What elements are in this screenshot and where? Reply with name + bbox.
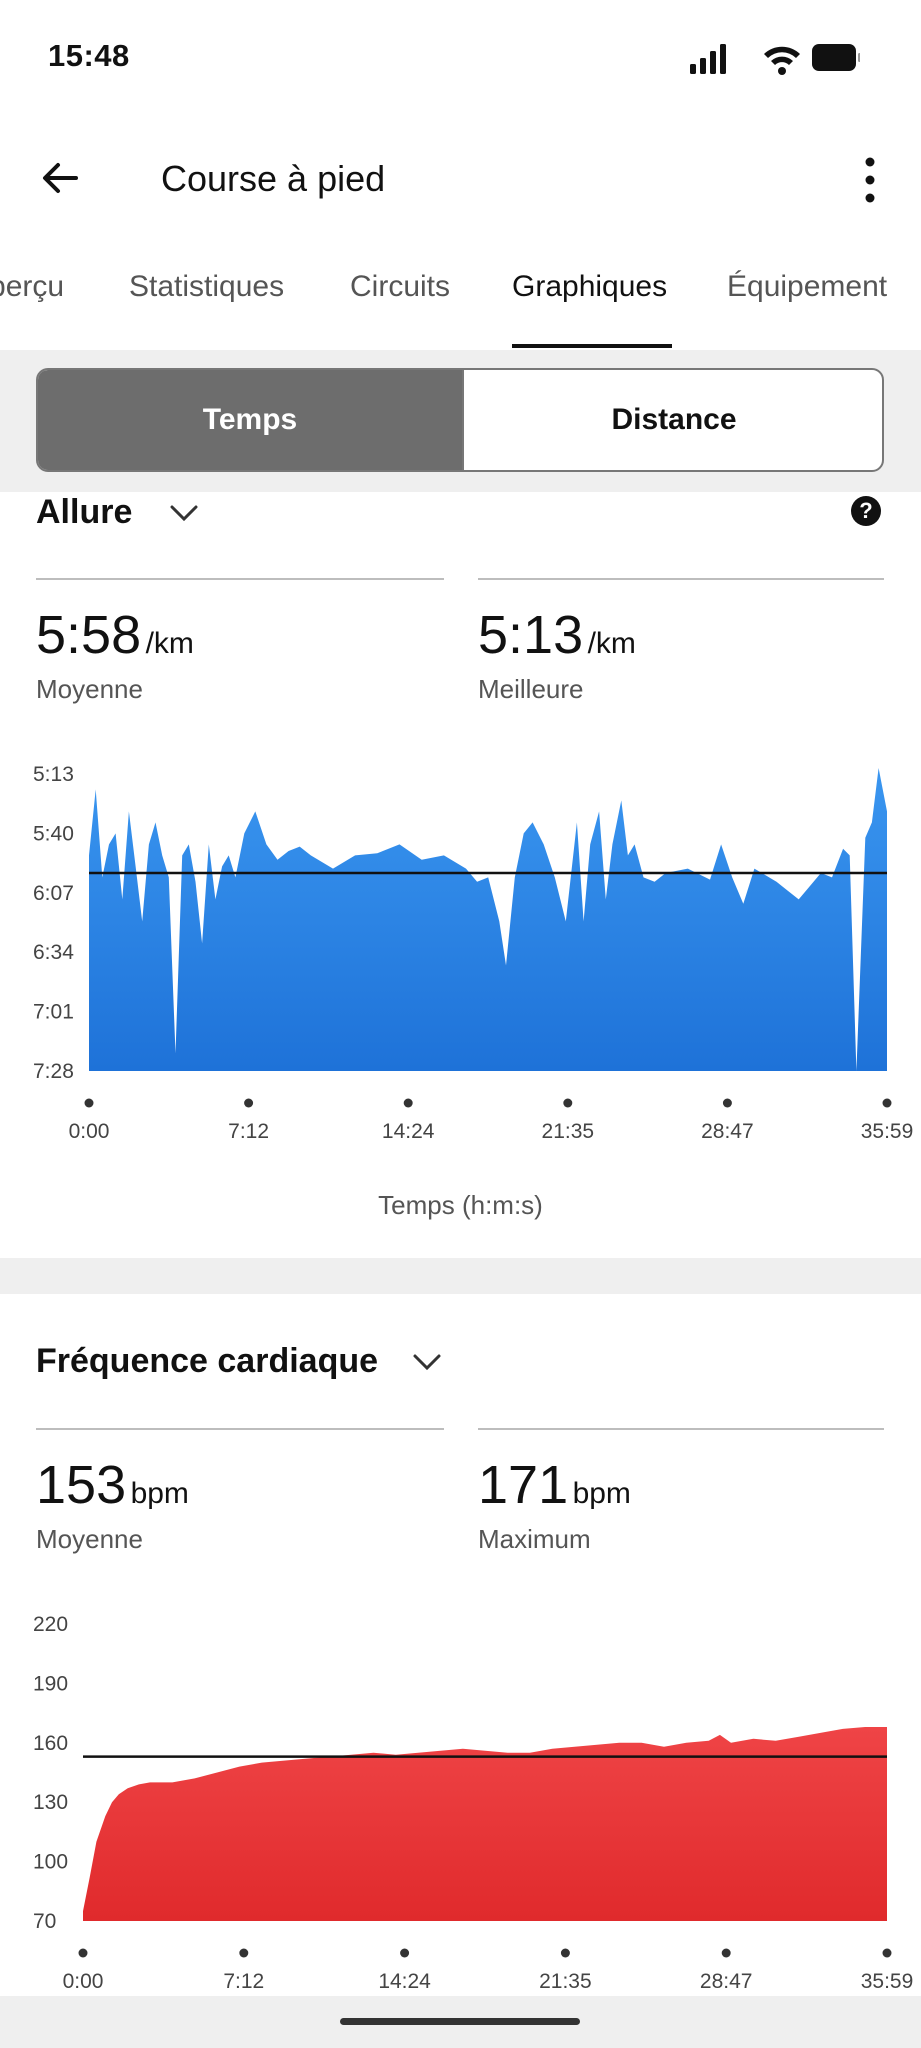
y-tick-label: 7:01 [33,1001,74,1024]
x-tick-label: 7:12 [223,1970,264,1993]
x-tick-marker [239,1948,249,1958]
hr-max-unit: bpm [572,1477,631,1510]
cellular-signal-icon [690,44,726,74]
x-tick-marker [560,1948,570,1958]
x-tick-label: 21:35 [542,1120,595,1143]
x-tick-label: 7:12 [228,1120,269,1143]
x-tick-marker [400,1948,410,1958]
divider [36,1428,444,1430]
time-distance-toggle: Temps Distance [36,368,884,472]
home-indicator[interactable] [340,2018,580,2025]
tab-equipement[interactable]: Équipement [727,270,887,304]
y-tick-label: 100 [33,1851,68,1874]
pace-average-label: Moyenne [36,674,143,704]
pace-dropdown-chevron-icon[interactable] [169,503,199,523]
pace-best-stat: 5:13 /km [478,604,636,666]
tab-bar: Aperçu Statistiques Circuits Graphiques … [0,270,921,350]
back-arrow-icon[interactable] [36,150,92,206]
tab-circuits[interactable]: Circuits [350,270,450,304]
tab-apercu[interactable]: Aperçu [0,270,64,304]
pace-x-axis-title: Temps (h:m:s) [378,1190,543,1220]
x-tick-label: 0:00 [63,1970,104,1993]
hr-dropdown-chevron-icon[interactable] [412,1352,442,1372]
y-tick-label: 5:13 [33,763,74,786]
status-time: 15:48 [48,38,130,73]
pace-average-stat: 5:58 /km [36,604,194,666]
more-options-icon[interactable] [850,155,890,205]
x-tick-label: 14:24 [382,1120,435,1143]
pace-best-value: 5:13 [478,605,584,665]
section-divider [0,1258,921,1294]
segment-temps[interactable]: Temps [38,370,462,470]
x-tick-label: 28:47 [701,1120,754,1143]
help-icon[interactable]: ? [851,496,881,526]
pace-chart: 5:13 5:40 6:07 6:34 7:01 7:28 0:00 7:12 14:24 21:… [33,763,914,1143]
divider [478,1428,884,1430]
x-tick-label: 21:35 [539,1970,592,1993]
segment-distance[interactable]: Distance [462,370,882,470]
y-tick-label: 6:07 [33,882,74,905]
divider [36,578,444,580]
y-tick-label: 130 [33,1791,68,1814]
wifi-icon [764,46,800,75]
y-tick-label: 70 [33,1910,56,1933]
tab-graphiques[interactable]: Graphiques [512,270,667,304]
hr-max-label: Maximum [478,1524,591,1554]
x-tick-marker [84,1098,94,1108]
hr-average-label: Moyenne [36,1524,143,1554]
hr-section-title[interactable]: Fréquence cardiaque [36,1342,378,1381]
pace-best-unit: /km [587,627,636,660]
x-tick-marker [882,1098,892,1108]
pace-best-label: Meilleure [478,674,584,704]
x-tick-marker [403,1098,413,1108]
hr-chart: 220 190 160 130 100 70 0:00 7:12 14:24 21:35 28:47… [33,1613,914,1993]
y-tick-label: 190 [33,1672,68,1695]
battery-icon [812,44,860,71]
pace-average-value: 5:58 [36,605,142,665]
divider [478,578,884,580]
pace-average-unit: /km [145,627,194,660]
chart-area-series [89,768,887,1071]
x-tick-marker [721,1948,731,1958]
x-tick-label: 28:47 [700,1970,753,1993]
x-tick-marker [244,1098,254,1108]
hr-average-value: 153 [36,1455,127,1515]
page-title: Course à pied [161,158,386,199]
active-tab-indicator [512,344,672,348]
hr-average-unit: bpm [130,1477,189,1510]
y-tick-label: 160 [33,1732,68,1755]
tab-statistiques[interactable]: Statistiques [129,270,284,304]
y-tick-label: 220 [33,1613,68,1636]
status-icons [690,44,860,75]
x-tick-marker [722,1098,732,1108]
x-tick-marker [882,1948,892,1958]
y-tick-label: 5:40 [33,822,74,845]
pace-section-title[interactable]: Allure [36,493,132,532]
y-tick-label: 7:28 [33,1060,74,1083]
x-tick-label: 14:24 [378,1970,431,1993]
hr-average-stat: 153 bpm [36,1454,189,1516]
hr-max-value: 171 [478,1455,569,1515]
x-tick-label: 35:59 [861,1970,914,1993]
x-tick-label: 35:59 [861,1120,914,1143]
x-tick-marker [78,1948,88,1958]
hr-max-stat: 171 bpm [478,1454,631,1516]
x-tick-marker [563,1098,573,1108]
x-tick-label: 0:00 [69,1120,110,1143]
y-tick-label: 6:34 [33,941,74,964]
